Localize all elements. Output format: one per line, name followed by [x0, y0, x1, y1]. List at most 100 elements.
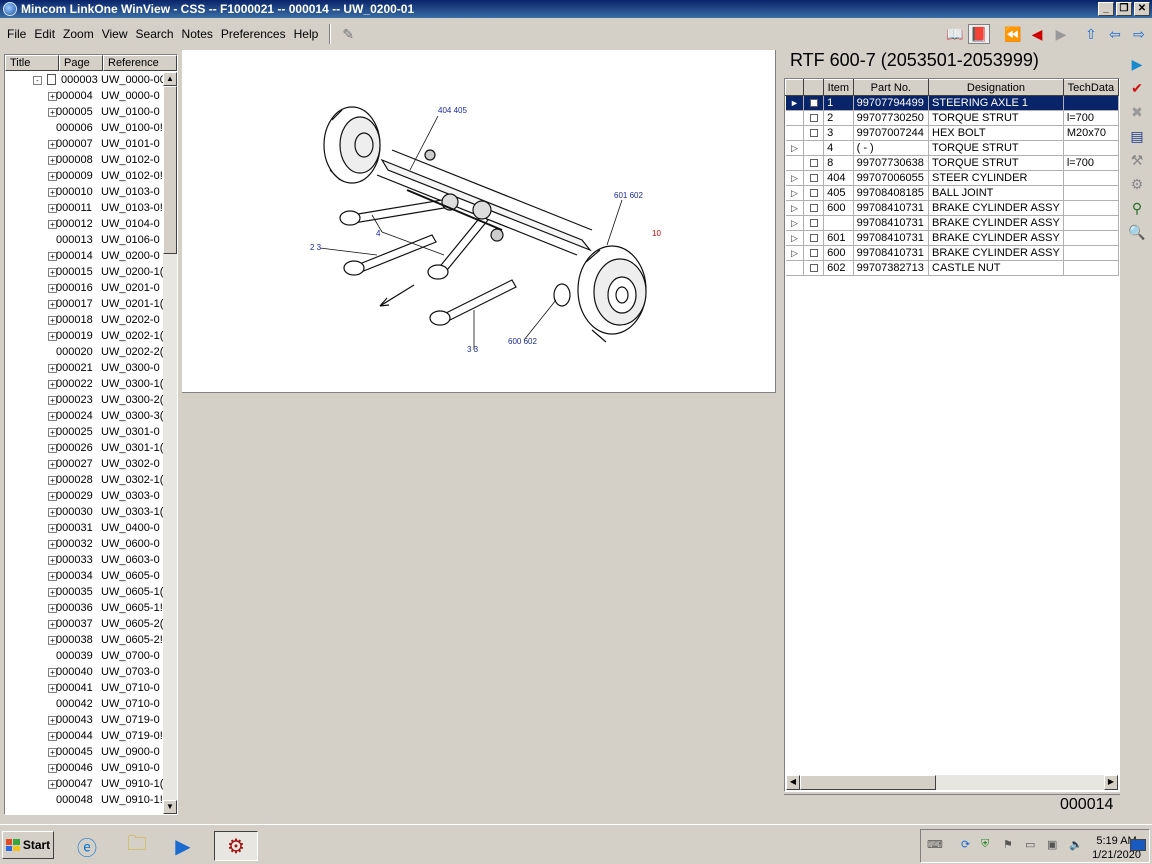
tree-row[interactable]: +000017 UW_0201-1( [5, 296, 163, 312]
close-button[interactable]: ✕ [1134, 2, 1150, 16]
callout-4[interactable]: 4 [376, 229, 381, 238]
start-button[interactable]: Start [2, 831, 54, 859]
tree-header-reference[interactable]: Reference [103, 55, 177, 71]
tree-row[interactable]: +000038 UW_0605-2! [5, 632, 163, 648]
show-desktop-icon[interactable] [1130, 839, 1146, 851]
col-check[interactable] [803, 79, 825, 96]
forward-icon[interactable]: ⇨ [1128, 24, 1150, 44]
tree-row[interactable]: +000027 UW_0302-0 [5, 456, 163, 472]
col-techdata[interactable]: TechData [1062, 79, 1119, 96]
media-player-icon[interactable]: ▶ [166, 831, 200, 861]
tree-row[interactable]: +000026 UW_0301-1( [5, 440, 163, 456]
devices-icon[interactable]: ▣ [1047, 838, 1057, 851]
restore-button[interactable]: ❐ [1116, 2, 1132, 16]
row-checkbox[interactable] [809, 264, 818, 273]
keyboard-icon[interactable]: ⌨ [927, 838, 943, 851]
tree-row[interactable]: +000018 UW_0202-0 [5, 312, 163, 328]
callout-404-405[interactable]: 404 405 [438, 106, 467, 115]
menu-file[interactable]: File [4, 27, 29, 41]
flag-icon[interactable]: ⚑ [1003, 838, 1013, 851]
prev-page-icon[interactable]: ◀ [1026, 24, 1048, 44]
tree-row[interactable]: +000015 UW_0200-1( [5, 264, 163, 280]
wrench-icon[interactable]: ⚒ [1126, 148, 1148, 172]
tree-row[interactable]: 000020 UW_0202-2( [5, 344, 163, 360]
folder-icon[interactable]: 🗀 [120, 831, 154, 861]
hscroll-thumb[interactable] [800, 775, 936, 790]
check-icon[interactable]: ✔ [1126, 76, 1148, 100]
callout-3-3[interactable]: 3 3 [467, 345, 479, 354]
parts-table[interactable]: Item Part No. Designation TechData ► 1 997… [784, 78, 1120, 792]
tree-row[interactable]: +000010 UW_0103-0 [5, 184, 163, 200]
tree-row[interactable]: +000041 UW_0710-0 [5, 680, 163, 696]
list-icon[interactable]: ▤ [1126, 124, 1148, 148]
tree-row[interactable]: +000036 UW_0605-1! [5, 600, 163, 616]
tree-row[interactable]: +000012 UW_0104-0 [5, 216, 163, 232]
parts-hscrollbar[interactable]: ◀ ▶ [786, 775, 1118, 790]
tree-row[interactable]: 000006 UW_0100-0! [5, 120, 163, 136]
menu-help[interactable]: Help [291, 27, 322, 41]
volume-icon[interactable]: 🔈 [1069, 838, 1083, 851]
bookmark-icon[interactable]: 📕 [968, 24, 990, 44]
parts-row[interactable]: ▷ 4( - ) TORQUE STRUT [785, 140, 1119, 156]
menu-zoom[interactable]: Zoom [60, 27, 97, 41]
tree-row[interactable]: +000021 UW_0300-0 [5, 360, 163, 376]
tree-row[interactable]: 000039 UW_0700-0 [5, 648, 163, 664]
menu-edit[interactable]: Edit [31, 27, 58, 41]
tree-row[interactable]: +000034 UW_0605-0 [5, 568, 163, 584]
parts-row[interactable]: 8 99707730638 TORQUE STRUT l=700 [785, 155, 1119, 171]
minimize-button[interactable]: _ [1098, 2, 1114, 16]
tree-row[interactable]: +000033 UW_0603-0 [5, 552, 163, 568]
tree-row[interactable]: +000044 UW_0719-0! [5, 728, 163, 744]
scroll-right-icon[interactable]: ▶ [1104, 775, 1118, 790]
parts-row[interactable]: 2 99707730250 TORQUE STRUT l=700 [785, 110, 1119, 126]
tree-header-title[interactable]: Title [5, 55, 59, 71]
col-designation[interactable]: Designation [928, 79, 1064, 96]
tree-row[interactable]: +000022 UW_0300-1( [5, 376, 163, 392]
tree-row[interactable]: +000029 UW_0303-0 [5, 488, 163, 504]
first-page-icon[interactable]: ⏪ [1002, 24, 1024, 44]
tree-row[interactable]: 000042 UW_0710-0 [5, 696, 163, 712]
row-checkbox[interactable] [809, 114, 818, 123]
tree-row[interactable]: +000011 UW_0103-0! [5, 200, 163, 216]
tree-scrollbar[interactable]: ▲ ▼ [163, 72, 177, 814]
parts-row[interactable]: ▷ 600 99708410731 BRAKE CYLINDER ASSY [785, 245, 1119, 261]
contents-tree[interactable]: Title Page Reference -000003 UW_0000-00 +0… [4, 54, 178, 815]
tree-row[interactable]: +000016 UW_0201-0 [5, 280, 163, 296]
tree-row[interactable]: +000031 UW_0400-0 [5, 520, 163, 536]
menu-view[interactable]: View [99, 27, 131, 41]
parts-row[interactable]: 602 99707382713 CASTLE NUT [785, 260, 1119, 276]
row-checkbox[interactable] [809, 174, 818, 183]
scroll-up-icon[interactable]: ▲ [163, 72, 177, 86]
menu-search[interactable]: Search [133, 27, 177, 41]
callout-600-602[interactable]: 600 602 [508, 337, 537, 346]
tree-row[interactable]: 000013 UW_0106-0 [5, 232, 163, 248]
tree-row[interactable]: 000048 UW_0910-1! [5, 792, 163, 808]
parts-row[interactable]: ▷ 99708410731 BRAKE CYLINDER ASSY [785, 215, 1119, 231]
book-icon[interactable]: 📖 [944, 24, 966, 44]
callout-601-602[interactable]: 601 602 [614, 191, 643, 200]
row-checkbox[interactable] [809, 189, 818, 198]
tree-row[interactable]: +000037 UW_0605-2( [5, 616, 163, 632]
tree-row[interactable]: +000005 UW_0100-0 [5, 104, 163, 120]
row-checkbox[interactable] [809, 99, 818, 108]
tree-row[interactable]: +000024 UW_0300-3( [5, 408, 163, 424]
tree-row[interactable]: +000028 UW_0302-1( [5, 472, 163, 488]
col-item[interactable]: Item [823, 79, 854, 96]
row-checkbox[interactable] [809, 219, 818, 228]
tree-row[interactable]: +000040 UW_0703-0 [5, 664, 163, 680]
row-checkbox[interactable] [809, 204, 818, 213]
security-icon[interactable]: ⛨ [981, 838, 989, 851]
pin-icon[interactable]: ✎ [337, 24, 359, 44]
go-icon[interactable]: ▶ [1126, 52, 1148, 76]
network-icon[interactable]: ⟳ [961, 838, 970, 851]
tree-row[interactable]: +000007 UW_0101-0 [5, 136, 163, 152]
internet-explorer-icon[interactable]: ⓔ [70, 831, 104, 861]
tree-row[interactable]: +000046 UW_0910-0 [5, 760, 163, 776]
parts-row[interactable]: ► 1 99707794499 STEERING AXLE 1 [785, 95, 1119, 111]
next-page-icon[interactable]: ▶ [1050, 24, 1072, 44]
parts-row[interactable]: ▷ 404 99707006055 STEER CYLINDER [785, 170, 1119, 186]
tree-expander[interactable]: - [33, 76, 42, 85]
tree-row[interactable]: +000043 UW_0719-0 [5, 712, 163, 728]
parts-drawing[interactable]: 404 405 601 602 4 2 3 3 3 600 602 10 [182, 50, 776, 393]
row-checkbox[interactable] [809, 249, 818, 258]
